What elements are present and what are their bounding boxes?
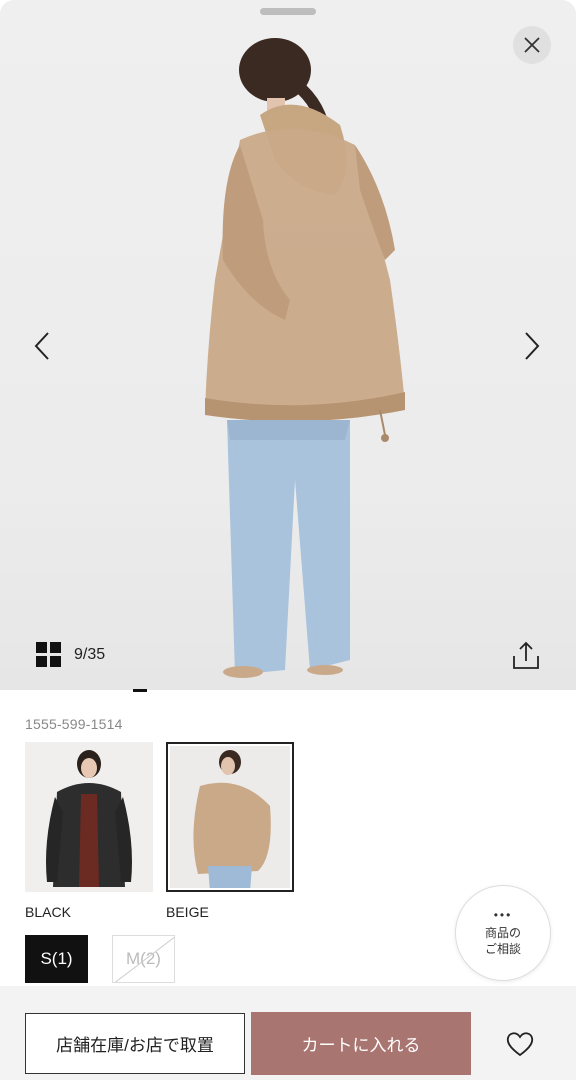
more-dots-icon: ••• [493,908,513,922]
add-to-cart-button[interactable]: カートに入れる [251,1012,471,1075]
strikethrough-icon [114,936,174,982]
next-image-button[interactable] [512,326,552,366]
size-option-m-unavailable[interactable]: M(2) [112,935,175,983]
color-swatch-beige[interactable] [166,742,294,892]
share-icon [513,641,539,669]
store-stock-button[interactable]: 店舗在庫/お店で取置 [25,1013,245,1074]
black-jacket-thumbnail [46,750,132,887]
chevron-right-icon [525,332,540,360]
gallery-position-indicator [133,689,147,692]
previous-image-button[interactable] [22,326,62,366]
product-photo [205,38,405,678]
beige-jacket-thumbnail [193,750,271,888]
consult-label-line1: 商品の [484,926,521,940]
heart-icon [506,1032,534,1057]
product-code: 1555-599-1514 [25,716,123,732]
thumbnail-grid-button[interactable]: 9/35 [36,642,105,667]
color-swatch-black[interactable] [25,742,153,892]
product-consult-button[interactable]: ••• 商品の ご相談 [455,885,551,981]
grid-icon [36,642,61,667]
close-button[interactable] [513,26,551,64]
color-label-beige: BEIGE [166,904,209,920]
image-counter: 9/35 [74,645,106,663]
share-button[interactable] [510,640,542,672]
size-option-s[interactable]: S(1) [25,935,88,983]
color-label-black: BLACK [25,904,71,920]
consult-label-line2: ご相談 [484,942,521,956]
chevron-left-icon [34,332,49,360]
product-image-gallery[interactable]: 9/35 [0,0,576,690]
favorite-button[interactable] [505,1030,535,1058]
sheet-drag-handle[interactable] [260,8,316,15]
close-icon [524,37,540,53]
